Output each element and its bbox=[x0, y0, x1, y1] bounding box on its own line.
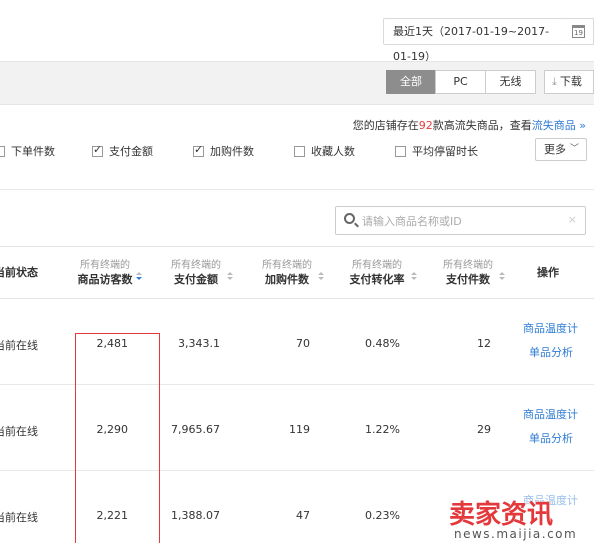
product-thermometer-link[interactable]: 商品温度计 bbox=[523, 406, 578, 422]
calendar-icon-day: 19 bbox=[574, 29, 583, 37]
divider bbox=[0, 189, 594, 190]
device-toolbar: 全部 PC 无线 ⤓ 下载 bbox=[0, 61, 594, 105]
metric-checkbox-pay-amount[interactable]: 支付金额 bbox=[92, 143, 153, 158]
calendar-button[interactable]: 19 bbox=[564, 18, 594, 45]
search-icon bbox=[344, 213, 355, 224]
metric-checkbox-avg-stay[interactable]: 平均停留时长 bbox=[395, 143, 478, 158]
more-metrics-dropdown[interactable]: 更多 ﹀ bbox=[535, 138, 587, 161]
metric-checkbox-cart-items[interactable]: 加购件数 bbox=[193, 143, 254, 158]
download-button[interactable]: ⤓ 下载 bbox=[544, 70, 594, 94]
header-line1: 所有终端的 bbox=[171, 260, 221, 271]
cell-cart-items: 119 bbox=[289, 423, 310, 436]
cell-cart-items: 47 bbox=[296, 509, 310, 522]
cell-pay-amount: 7,965.67 bbox=[171, 423, 220, 436]
sort-icon[interactable] bbox=[499, 272, 505, 282]
lost-products-notice: 您的店铺存在92款高流失商品，查看流失商品 » bbox=[353, 117, 586, 133]
header-line2: 商品访客数 bbox=[77, 273, 133, 286]
clear-icon[interactable]: × bbox=[568, 213, 577, 226]
cell-status: 当前在线 bbox=[0, 339, 38, 352]
metric-label: 收藏人数 bbox=[311, 145, 355, 158]
calendar-icon: 19 bbox=[572, 25, 585, 38]
checkbox[interactable] bbox=[193, 143, 204, 157]
sort-icon[interactable] bbox=[318, 272, 324, 282]
metric-label: 加购件数 bbox=[210, 145, 254, 158]
date-range-label: 最近1天（2017-01-19~2017-01-19） bbox=[393, 25, 550, 63]
single-product-analysis-link[interactable]: 单品分析 bbox=[529, 344, 573, 360]
cell-conversion: 0.23% bbox=[365, 509, 400, 522]
notice-prefix: 您的店铺存在 bbox=[352, 119, 419, 132]
product-thermometer-link[interactable]: 商品温度计 bbox=[523, 320, 578, 336]
header-line1: 所有终端的 bbox=[352, 260, 402, 271]
checkbox[interactable] bbox=[294, 146, 305, 157]
cell-status: 当前在线 bbox=[0, 511, 38, 524]
header-line1: 所有终端的 bbox=[80, 260, 130, 271]
segment-all[interactable]: 全部 bbox=[386, 70, 436, 94]
watermark-url: news.maijia.com bbox=[454, 527, 578, 541]
notice-middle: 款高流失商品，查看 bbox=[432, 119, 532, 132]
metric-label: 平均停留时长 bbox=[412, 145, 478, 158]
metric-label: 支付金额 bbox=[109, 145, 153, 158]
cell-cart-items: 70 bbox=[296, 337, 310, 350]
sort-icon[interactable] bbox=[227, 272, 233, 282]
cell-conversion: 0.48% bbox=[365, 337, 400, 350]
cell-paid-items: 29 bbox=[477, 423, 491, 436]
header-status: 当前状态 bbox=[0, 266, 38, 279]
cell-pay-amount: 1,388.07 bbox=[171, 509, 220, 522]
highlight-box bbox=[75, 333, 160, 543]
watermark: 卖家资讯 news.maijia.com bbox=[445, 494, 594, 543]
header-pay-amount[interactable]: 所有终端的 支付金额 bbox=[168, 259, 233, 287]
metric-checkbox-favorites[interactable]: 收藏人数 bbox=[294, 143, 355, 158]
header-line2: 支付转化率 bbox=[349, 273, 405, 286]
table-header: 当前状态 所有终端的 商品访客数 所有终端的 支付金额 所有终端的 加购件数 所… bbox=[0, 246, 594, 299]
header-cart-items[interactable]: 所有终端的 加购件数 bbox=[259, 259, 324, 287]
product-search: × bbox=[335, 206, 586, 235]
header-line1: 所有终端的 bbox=[443, 260, 493, 271]
download-icon: ⤓ bbox=[552, 75, 557, 88]
checkbox[interactable] bbox=[92, 143, 103, 157]
metric-checkbox-order-items[interactable]: 下单件数 bbox=[0, 143, 55, 158]
cell-pay-amount: 3,343.1 bbox=[178, 337, 220, 350]
lost-products-link[interactable]: 流失商品 » bbox=[532, 119, 586, 132]
date-range-picker[interactable]: 最近1天（2017-01-19~2017-01-19） bbox=[383, 18, 565, 63]
watermark-title: 卖家资讯 bbox=[449, 500, 554, 530]
cell-paid-items: 12 bbox=[477, 337, 491, 350]
checkbox[interactable] bbox=[0, 146, 5, 157]
segment-pc[interactable]: PC bbox=[435, 70, 486, 94]
header-line2: 支付金额 bbox=[174, 273, 218, 286]
download-label: 下载 bbox=[559, 75, 582, 88]
sort-icon[interactable] bbox=[136, 272, 142, 282]
checkbox[interactable] bbox=[395, 146, 406, 157]
header-line2: 支付件数 bbox=[446, 273, 490, 286]
single-product-analysis-link[interactable]: 单品分析 bbox=[529, 430, 573, 446]
search-input[interactable] bbox=[362, 211, 562, 231]
cell-status: 当前在线 bbox=[0, 425, 38, 438]
chevron-down-icon: ﹀ bbox=[569, 144, 579, 154]
metric-label: 下单件数 bbox=[11, 145, 55, 158]
header-conversion[interactable]: 所有终端的 支付转化率 bbox=[346, 259, 417, 287]
cell-conversion: 1.22% bbox=[365, 423, 400, 436]
header-line2: 加购件数 bbox=[265, 273, 309, 286]
more-label: 更多 bbox=[544, 143, 566, 156]
segment-wireless[interactable]: 无线 bbox=[485, 70, 536, 94]
header-line1: 所有终端的 bbox=[262, 260, 312, 271]
header-actions: 操作 bbox=[537, 266, 559, 279]
header-visitors[interactable]: 所有终端的 商品访客数 bbox=[77, 259, 142, 287]
notice-count: 92 bbox=[418, 119, 433, 132]
header-paid-items[interactable]: 所有终端的 支付件数 bbox=[440, 259, 505, 287]
sort-icon[interactable] bbox=[411, 272, 417, 282]
